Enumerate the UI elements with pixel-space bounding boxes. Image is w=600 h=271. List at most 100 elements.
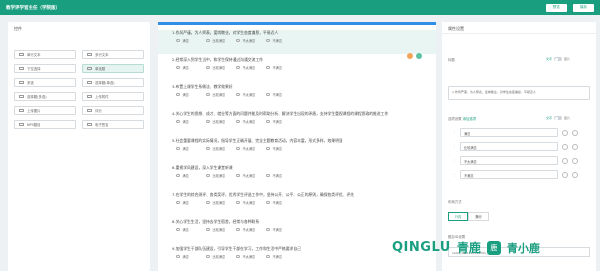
- control-single-line[interactable]: 单行文本: [14, 50, 76, 59]
- control-upload-file[interactable]: 上传附件: [82, 92, 144, 101]
- option-radio[interactable]: 比较满意: [206, 254, 228, 259]
- nps-icon: [19, 122, 24, 127]
- option-radio[interactable]: 满意: [176, 65, 198, 70]
- option-radio[interactable]: 不太满意: [236, 173, 258, 178]
- option-radio[interactable]: 满意: [176, 200, 198, 205]
- control-checkbox[interactable]: 多选: [14, 78, 76, 87]
- question-item[interactable]: 4.关心学生的思想、成才、就业等方面的问题并能及时帮助分析、解决学生出现的矛盾，…: [158, 111, 436, 135]
- option-radio[interactable]: 比较满意: [206, 65, 228, 70]
- controls-panel-title: 控件: [14, 26, 22, 31]
- option-radio[interactable]: 不满意: [266, 227, 288, 232]
- option-radio[interactable]: 满意: [176, 38, 198, 43]
- option-radio[interactable]: 不太满意: [236, 200, 258, 205]
- add-circle-icon[interactable]: [562, 129, 568, 136]
- deer-logo-icon: 鹿: [486, 240, 501, 255]
- option-radio[interactable]: 不满意: [266, 173, 288, 178]
- question-item[interactable]: 5.社会重要课程的实际情况，指导学生正确开展、完全主题教育活动，内容丰富，形式多…: [158, 138, 436, 162]
- properties-panel: 属性设置 标题 文字 图片 1.作风严谨，为人师表，爱岗敬业，对学生态度谦恳，平易…: [442, 22, 596, 271]
- option-radio[interactable]: 不太满意: [236, 254, 258, 259]
- layout-wrap-button[interactable]: 换行: [468, 212, 489, 221]
- remove-circle-icon[interactable]: [572, 143, 578, 150]
- option-radio[interactable]: 不满意: [266, 38, 288, 43]
- question-item[interactable]: 7.在学生的综合测评、各类奖评，优秀学生评选工作中，坚持公开、公平、公正的原则，…: [158, 192, 436, 216]
- top-bar: 教学评学官主任（学院版） 预览 保存: [0, 0, 600, 15]
- control-upload-image[interactable]: 上传图片: [14, 106, 76, 115]
- remove-circle-icon[interactable]: [572, 171, 578, 178]
- option-radio[interactable]: 满意: [176, 146, 198, 151]
- option-radio[interactable]: 比较满意: [206, 146, 228, 151]
- remove-circle-icon[interactable]: [572, 157, 578, 164]
- option-radio[interactable]: 不太满意: [236, 65, 258, 70]
- signature-icon: [87, 122, 92, 127]
- option-row: ⋮ 不满意: [452, 170, 578, 179]
- question-item[interactable]: 2.经常深入到学生当中，和学生保持通过沟通交流工作 满意 比较满意 不太满意 不…: [158, 57, 436, 81]
- control-dropdown[interactable]: 下拉选择: [14, 64, 76, 73]
- option-radio[interactable]: 比较满意: [206, 38, 228, 43]
- option-radio[interactable]: 比较满意: [206, 173, 228, 178]
- text-area-icon: [87, 52, 92, 57]
- page-title: 教学评学官主任（学院版）: [6, 5, 60, 11]
- option-input[interactable]: 满意: [460, 128, 558, 137]
- option-radio[interactable]: 不满意: [266, 119, 288, 124]
- add-circle-icon[interactable]: [562, 143, 568, 150]
- layout-inline-button[interactable]: 行内: [448, 212, 469, 221]
- options-settings-label: 选项设置 添加选项: [448, 117, 477, 121]
- add-circle-icon[interactable]: [562, 157, 568, 164]
- option-radio[interactable]: 不满意: [266, 65, 288, 70]
- radio-icon: [87, 66, 92, 71]
- drag-handle-icon[interactable]: ⋮: [452, 172, 456, 177]
- option-input[interactable]: 不太满意: [460, 156, 558, 165]
- dropdown-icon: [19, 66, 24, 71]
- option-radio[interactable]: 满意: [176, 92, 198, 97]
- drag-handle-icon[interactable]: ⋮: [452, 130, 456, 135]
- drag-handle-icon[interactable]: ⋮: [452, 158, 456, 163]
- option-radio[interactable]: 比较满意: [206, 119, 228, 124]
- option-radio[interactable]: 不太满意: [236, 227, 258, 232]
- option-radio[interactable]: 不满意: [266, 200, 288, 205]
- watermark-cn2: 青小鹿: [506, 241, 540, 255]
- control-multi-line[interactable]: 多行文本: [82, 50, 144, 59]
- preview-button[interactable]: 预览: [545, 3, 567, 12]
- title-label: 标题: [448, 58, 455, 62]
- option-radio[interactable]: 满意: [176, 173, 198, 178]
- add-option-link[interactable]: 添加选项: [463, 117, 477, 121]
- option-radio[interactable]: 满意: [176, 119, 198, 124]
- watermark-cn: 青鹿: [456, 241, 481, 255]
- brand-watermark: QINGLU 青鹿 鹿 青小鹿: [392, 239, 540, 256]
- option-radio[interactable]: 不太满意: [236, 92, 258, 97]
- drag-handle-icon[interactable]: ⋮: [452, 144, 456, 149]
- option-radio[interactable]: 不太满意: [236, 146, 258, 151]
- remove-circle-icon[interactable]: [572, 129, 578, 136]
- option-radio[interactable]: 比较满意: [206, 227, 228, 232]
- control-checkbox-group[interactable]: 选择题(多选): [14, 92, 76, 101]
- add-circle-icon[interactable]: [562, 171, 568, 178]
- save-button[interactable]: 保存: [572, 3, 594, 12]
- option-radio[interactable]: 不太满意: [236, 119, 258, 124]
- question-item[interactable]: 1.作风严谨，为人师表，爱岗敬业，对学生态度谦恳，平易近人 满意 比较满意 不太…: [158, 30, 436, 54]
- star-icon: [87, 108, 92, 113]
- option-radio[interactable]: 不满意: [266, 146, 288, 151]
- upload-icon: [87, 94, 92, 99]
- option-row: ⋮ 满意: [452, 128, 578, 137]
- control-rating[interactable]: 评分: [82, 106, 144, 115]
- option-radio[interactable]: 不太满意: [236, 38, 258, 43]
- option-radio[interactable]: 不满意: [266, 92, 288, 97]
- control-radio-group[interactable]: 选择题(单选): [82, 78, 144, 87]
- option-radio[interactable]: 比较满意: [206, 200, 228, 205]
- text-line-icon: [19, 52, 24, 57]
- option-input[interactable]: 比较满意: [460, 142, 558, 151]
- control-radio[interactable]: 单选题: [82, 64, 144, 73]
- option-radio[interactable]: 满意: [176, 227, 198, 232]
- title-type-toggle[interactable]: 文字 图片: [546, 57, 570, 61]
- controls-grid: 单行文本 多行文本 下拉选择 单选题 多选 选择题(单选) 选择题(多选) 上传…: [14, 50, 144, 129]
- option-radio[interactable]: 比较满意: [206, 92, 228, 97]
- title-input[interactable]: 1.作风严谨，为人师表，爱岗敬业，对学生态度谦恳，平易近人: [448, 86, 590, 100]
- control-nps[interactable]: NPS题目: [14, 120, 76, 129]
- option-type-toggle[interactable]: 文字 图片: [546, 116, 570, 120]
- question-item[interactable]: 6.重视学风建设，深入学生课堂听课 满意 比较满意 不太满意 不满意: [158, 165, 436, 189]
- option-radio[interactable]: 不满意: [266, 254, 288, 259]
- question-item[interactable]: 3.布置上课学生系做法、教学效果好 满意 比较满意 不太满意 不满意: [158, 84, 436, 108]
- control-signature[interactable]: 电子签名: [82, 120, 144, 129]
- option-radio[interactable]: 满意: [176, 254, 198, 259]
- option-input[interactable]: 不满意: [460, 170, 558, 179]
